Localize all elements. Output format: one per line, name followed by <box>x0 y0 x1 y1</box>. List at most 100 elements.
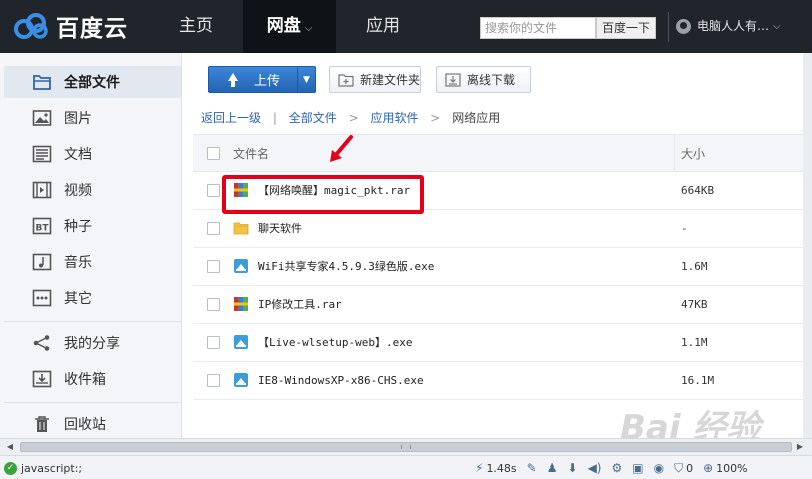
file-size: 1.6M <box>681 260 708 273</box>
browser-status-bar: ✓ javascript:; ⚡ 1.48s ✎ ♟ ⬇ ◀) ⚙ ▣ ◉ ⛉ 0 … <box>0 455 812 479</box>
download-arrow-icon[interactable]: ⬇ <box>568 461 578 475</box>
lightning-icon: ⚡ 1.48s <box>475 461 517 475</box>
file-name[interactable]: 【Live-wlsetup-web】.exe <box>258 324 412 362</box>
column-header-size[interactable]: 大小 <box>674 135 803 172</box>
upload-main[interactable]: 上传 <box>209 67 297 92</box>
horizontal-scrollbar[interactable]: ◀ ▶ <box>0 438 812 455</box>
search-button[interactable]: 百度一下 <box>596 17 656 39</box>
breadcrumb-app-software[interactable]: 应用软件 <box>370 111 418 125</box>
inbox-icon <box>32 369 52 389</box>
sidebar-item-my-shares[interactable]: 我的分享 <box>4 327 181 359</box>
breadcrumb-separator: > <box>430 111 441 125</box>
table-row[interactable]: 【Live-wlsetup-web】.exe 1.1M <box>193 324 803 362</box>
zoom-icon[interactable]: ⊕ 100% <box>703 461 748 475</box>
table-header: 文件名 大小 <box>193 134 803 172</box>
row-checkbox[interactable] <box>207 222 220 235</box>
rar-archive-icon <box>233 182 249 198</box>
security-count: 0 <box>686 461 694 475</box>
file-size: - <box>681 222 688 235</box>
logo-text: 百度云 <box>56 16 128 42</box>
bt-icon: BT <box>32 216 52 236</box>
file-table: 文件名 大小 【网络唤醒】magic_pkt.rar 664KB 聊天软件 - … <box>193 134 803 400</box>
sidebar-item-music[interactable]: 音乐 <box>4 246 181 278</box>
table-row[interactable]: 【网络唤醒】magic_pkt.rar 664KB <box>193 172 803 210</box>
chevron-down-icon: ⌵ <box>304 23 313 34</box>
baidu-cloud-logo[interactable]: 百度云 <box>12 9 128 43</box>
file-size: 47KB <box>681 298 708 311</box>
sidebar-item-label: 我的分享 <box>64 336 120 352</box>
exe-file-icon <box>233 334 249 350</box>
new-folder-button[interactable]: 新建文件夹 <box>329 66 421 93</box>
sidebar-item-label: 音乐 <box>64 255 92 271</box>
nav-disk[interactable]: 网盘 ⌵ <box>243 0 336 53</box>
sidebar-item-all-files[interactable]: 全部文件 <box>4 66 181 98</box>
settings-icon[interactable]: ⚙ <box>611 461 622 475</box>
trash-icon <box>32 414 52 434</box>
eye-icon[interactable]: ◉ <box>654 461 664 475</box>
sidebar-item-label: 文档 <box>64 147 92 163</box>
offline-download-label: 离线下载 <box>467 73 516 87</box>
new-folder-label: 新建文件夹 <box>360 73 421 87</box>
folder-icon <box>233 220 249 236</box>
upload-icon <box>227 72 238 87</box>
volume-icon[interactable]: ◀) <box>588 461 602 475</box>
sidebar-item-documents[interactable]: 文档 <box>4 138 181 170</box>
row-checkbox[interactable] <box>207 336 220 349</box>
user-menu[interactable]: 电脑人人有… ⌵ <box>676 0 781 53</box>
picture-icon <box>32 108 52 128</box>
file-size: 1.1M <box>681 336 708 349</box>
file-name[interactable]: 聊天软件 <box>258 210 302 248</box>
camera-icon[interactable]: ▣ <box>632 461 643 475</box>
file-toolbar: 上传 ▼ 新建文件夹 离线下载 <box>183 53 812 103</box>
file-name[interactable]: WiFi共享专家4.5.9.3绿色版.exe <box>258 248 434 286</box>
upload-button[interactable]: 上传 ▼ <box>208 66 316 93</box>
file-name[interactable]: IE8-WindowsXP-x86-CHS.exe <box>258 362 424 400</box>
column-header-name[interactable]: 文件名 <box>233 135 269 173</box>
folder-icon <box>32 72 52 92</box>
breadcrumb-back[interactable]: 返回上一级 <box>201 111 261 125</box>
scroll-left-arrow-icon[interactable]: ◀ <box>3 440 17 454</box>
table-row[interactable]: IE8-WindowsXP-x86-CHS.exe 16.1M <box>193 362 803 400</box>
upload-dropdown-toggle[interactable]: ▼ <box>297 67 315 92</box>
search-input[interactable]: 搜索你的文件 <box>480 17 596 39</box>
sidebar-item-pictures[interactable]: 图片 <box>4 102 181 134</box>
sidebar-item-recycle-bin[interactable]: 回收站 <box>4 408 181 440</box>
select-all-checkbox[interactable] <box>207 147 220 160</box>
pen-icon[interactable]: ✎ <box>527 461 537 475</box>
table-row[interactable]: 聊天软件 - <box>193 210 803 248</box>
sidebar-item-label: 图片 <box>64 111 92 127</box>
vertical-scrollbar[interactable] <box>803 53 812 438</box>
table-row[interactable]: IP修改工具.rar 47KB <box>193 286 803 324</box>
sidebar-item-label: 回收站 <box>64 417 106 433</box>
row-checkbox[interactable] <box>207 260 220 273</box>
sidebar-item-torrents[interactable]: BT 种子 <box>4 210 181 242</box>
table-row[interactable]: WiFi共享专家4.5.9.3绿色版.exe 1.6M <box>193 248 803 286</box>
scrollbar-thumb[interactable] <box>20 442 792 452</box>
file-name[interactable]: 【网络唤醒】magic_pkt.rar <box>258 172 410 210</box>
sidebar-item-label: 种子 <box>64 219 92 235</box>
offline-download-button[interactable]: 离线下载 <box>436 66 531 93</box>
sidebar-item-videos[interactable]: 视频 <box>4 174 181 206</box>
nav-home[interactable]: 主页 <box>160 0 232 53</box>
file-size: 664KB <box>681 184 715 197</box>
exe-file-icon <box>233 258 249 274</box>
row-checkbox[interactable] <box>207 184 220 197</box>
sidebar-item-inbox[interactable]: 收件箱 <box>4 363 181 395</box>
shield-icon[interactable]: ⛉ 0 <box>674 461 693 476</box>
file-name[interactable]: IP修改工具.rar <box>258 286 342 324</box>
person-icon[interactable]: ♟ <box>547 461 558 475</box>
nav-apps[interactable]: 应用 <box>348 0 418 53</box>
download-icon <box>445 72 461 87</box>
row-checkbox[interactable] <box>207 374 220 387</box>
row-checkbox[interactable] <box>207 298 220 311</box>
breadcrumb-all-files[interactable]: 全部文件 <box>289 111 337 125</box>
sidebar-item-others[interactable]: 其它 <box>4 282 181 314</box>
exe-file-icon <box>233 372 249 388</box>
breadcrumb-separator: > <box>348 111 359 125</box>
scroll-right-arrow-icon[interactable]: ▶ <box>793 440 807 454</box>
zoom-level: 100% <box>716 461 748 475</box>
breadcrumb: 返回上一级 | 全部文件 > 应用软件 > 网络应用 <box>201 103 801 133</box>
status-left: ✓ javascript:; <box>4 456 82 479</box>
file-size: 16.1M <box>681 374 715 387</box>
sidebar-divider <box>4 402 181 403</box>
